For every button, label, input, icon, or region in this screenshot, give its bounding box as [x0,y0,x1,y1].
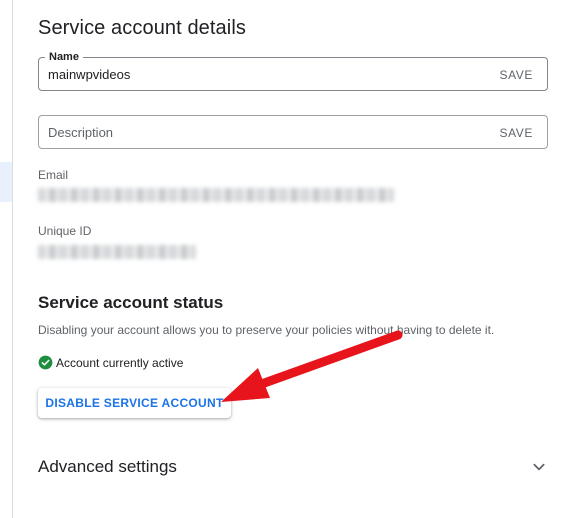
left-nav-active-item[interactable] [0,162,12,202]
account-status-text: Account currently active [56,355,184,370]
email-label: Email [38,168,69,182]
name-field-label: Name [45,50,83,64]
advanced-settings-title: Advanced settings [38,457,177,476]
account-status: Account currently active [38,355,183,370]
description-input[interactable] [48,125,468,140]
disable-service-account-button[interactable]: DISABLE SERVICE ACCOUNT [38,388,231,418]
unique-id-label: Unique ID [38,224,92,238]
chevron-down-icon[interactable] [531,459,547,475]
description-save-button[interactable]: SAVE [499,126,533,140]
description-field[interactable]: SAVE [38,115,548,149]
status-help-text: Disabling your account allows you to pre… [38,323,495,337]
service-account-details-page: Service account details Name SAVE SAVE E… [0,0,569,518]
page-title: Service account details [38,17,246,39]
name-field[interactable]: Name SAVE [38,50,548,91]
status-section-title: Service account status [38,293,224,312]
unique-id-value-redacted [38,245,196,259]
left-nav-rail [0,0,13,518]
email-value-redacted [38,188,394,202]
check-circle-icon [38,355,53,370]
name-input[interactable] [48,67,468,82]
advanced-settings-toggle[interactable]: Advanced settings [38,452,553,482]
name-save-button[interactable]: SAVE [499,68,533,82]
